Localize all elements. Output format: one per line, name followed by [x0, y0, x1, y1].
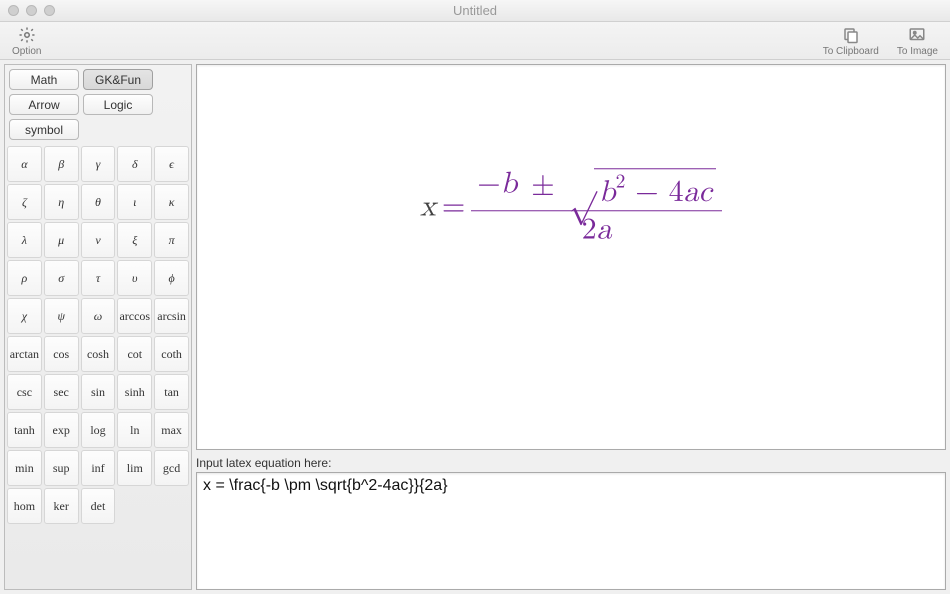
rendered-equation: x = −b ± √ b2	[420, 165, 722, 247]
category-tab-symbol[interactable]: symbol	[9, 119, 79, 140]
symbol-grid: αβγδϵ ζηθικ λμνξπ ρστυϕ χψωarccosarcsin arcta…	[5, 144, 191, 526]
to-clipboard-label: To Clipboard	[823, 46, 879, 57]
symbol-det[interactable]: det	[81, 488, 116, 524]
symbol-max[interactable]: max	[154, 412, 189, 448]
symbol-cosh[interactable]: cosh	[81, 336, 116, 372]
input-label: Input latex equation here:	[196, 454, 946, 472]
symbol-arccos[interactable]: arccos	[117, 298, 152, 334]
symbol-sym16[interactable]: σ	[44, 260, 79, 296]
symbol-coth[interactable]: coth	[154, 336, 189, 372]
eq-equals: =	[442, 188, 465, 224]
symbol-tan[interactable]: tan	[154, 374, 189, 410]
symbol-sym6[interactable]: η	[44, 184, 79, 220]
category-tab-gk-fun[interactable]: GK&Fun	[83, 69, 153, 90]
category-tab-math[interactable]: Math	[9, 69, 79, 90]
eq-fraction: −b ± √ b2 − 4ac	[471, 165, 722, 247]
symbol-sym5[interactable]: ζ	[7, 184, 42, 220]
symbol-sym10[interactable]: λ	[7, 222, 42, 258]
symbol-sym8[interactable]: ι	[117, 184, 152, 220]
minimize-icon[interactable]	[26, 5, 37, 16]
symbol-lim[interactable]: lim	[117, 450, 152, 486]
symbol-gcd[interactable]: gcd	[154, 450, 189, 486]
symbol-sym20[interactable]: χ	[7, 298, 42, 334]
symbol-sym19[interactable]: ϕ	[154, 260, 189, 296]
eq-sqrt: √ b2 − 4ac	[569, 168, 716, 210]
window-title: Untitled	[0, 3, 950, 18]
symbol-sup[interactable]: sup	[44, 450, 79, 486]
symbol-sym21[interactable]: ψ	[44, 298, 79, 334]
symbol-ker[interactable]: ker	[44, 488, 79, 524]
toolbar: Option To Clipboard To Image	[0, 22, 950, 60]
symbol-csc[interactable]: csc	[7, 374, 42, 410]
editor-panel: x = −b ± √ b2	[196, 64, 946, 590]
symbol-sym17[interactable]: τ	[81, 260, 116, 296]
symbol-sym7[interactable]: θ	[81, 184, 116, 220]
symbol-sym11[interactable]: μ	[44, 222, 79, 258]
to-image-label: To Image	[897, 46, 938, 57]
symbol-sym3[interactable]: δ	[117, 146, 152, 182]
window-controls	[8, 5, 55, 16]
symbol-inf[interactable]: inf	[81, 450, 116, 486]
symbol-arctan[interactable]: arctan	[7, 336, 42, 372]
latex-input[interactable]	[196, 472, 946, 590]
symbol-sym18[interactable]: υ	[117, 260, 152, 296]
eq-radicand: b2 − 4ac	[597, 170, 716, 211]
symbol-ln[interactable]: ln	[117, 412, 152, 448]
symbol-min[interactable]: min	[7, 450, 42, 486]
category-tab-arrow[interactable]: Arrow	[9, 94, 79, 115]
category-tabs: MathGK&FunArrowLogicsymbol	[5, 65, 191, 144]
close-icon[interactable]	[8, 5, 19, 16]
equation-preview: x = −b ± √ b2	[196, 64, 946, 450]
symbol-sym15[interactable]: ρ	[7, 260, 42, 296]
clipboard-icon	[841, 25, 861, 45]
symbol-sym0[interactable]: α	[7, 146, 42, 182]
symbol-tanh[interactable]: tanh	[7, 412, 42, 448]
symbol-cos[interactable]: cos	[44, 336, 79, 372]
symbol-exp[interactable]: exp	[44, 412, 79, 448]
symbol-arcsin[interactable]: arcsin	[154, 298, 189, 334]
to-clipboard-button[interactable]: To Clipboard	[823, 25, 879, 57]
symbol-sym22[interactable]: ω	[81, 298, 116, 334]
symbol-sec[interactable]: sec	[44, 374, 79, 410]
symbol-log[interactable]: log	[81, 412, 116, 448]
to-image-button[interactable]: To Image	[897, 25, 938, 57]
symbol-sym9[interactable]: κ	[154, 184, 189, 220]
category-tab-logic[interactable]: Logic	[83, 94, 153, 115]
symbol-panel: MathGK&FunArrowLogicsymbol αβγδϵ ζηθικ λμν…	[4, 64, 192, 590]
image-icon	[907, 25, 927, 45]
zoom-icon[interactable]	[44, 5, 55, 16]
symbol-sinh[interactable]: sinh	[117, 374, 152, 410]
symbol-sym1[interactable]: β	[44, 146, 79, 182]
eq-denominator: 2a	[576, 211, 618, 247]
option-label: Option	[12, 46, 41, 57]
symbol-sym2[interactable]: γ	[81, 146, 116, 182]
symbol-sym13[interactable]: ξ	[117, 222, 152, 258]
eq-lhs: x	[420, 188, 436, 224]
symbol-sym12[interactable]: ν	[81, 222, 116, 258]
option-button[interactable]: Option	[12, 25, 41, 57]
titlebar: Untitled	[0, 0, 950, 22]
symbol-sin[interactable]: sin	[81, 374, 116, 410]
symbol-hom[interactable]: hom	[7, 488, 42, 524]
symbol-sym4[interactable]: ϵ	[154, 146, 189, 182]
eq-numerator: −b ± √ b2 − 4ac	[471, 165, 722, 210]
symbol-cot[interactable]: cot	[117, 336, 152, 372]
main-area: MathGK&FunArrowLogicsymbol αβγδϵ ζηθικ λμν…	[0, 60, 950, 594]
symbol-sym14[interactable]: π	[154, 222, 189, 258]
gear-icon	[17, 25, 37, 45]
radical-icon: √	[569, 168, 597, 196]
